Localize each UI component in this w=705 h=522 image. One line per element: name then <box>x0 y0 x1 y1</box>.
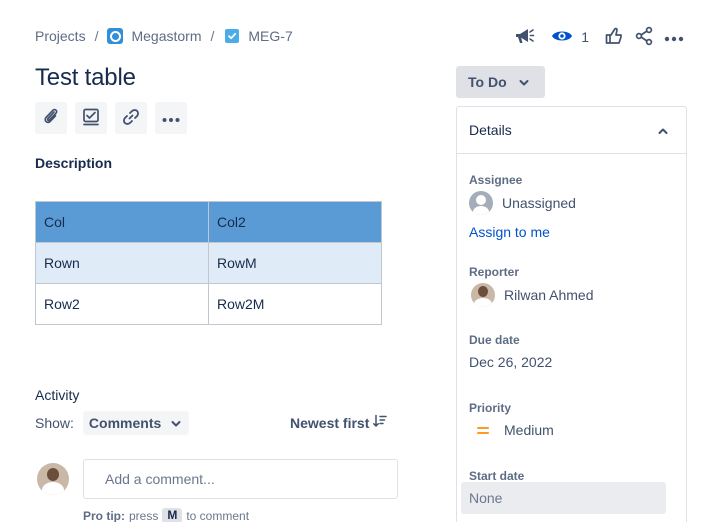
due-date-value: Dec 26, 2022 <box>469 354 553 370</box>
table-row: Rown RowM <box>35 242 382 284</box>
table-row: Row2 Row2M <box>35 283 382 325</box>
checklist-icon <box>81 107 101 130</box>
link-issue-button[interactable] <box>115 102 147 134</box>
sort-order-label: Newest first <box>290 414 370 431</box>
reporter-value: Rilwan Ahmed <box>504 287 594 303</box>
protip-press: press <box>129 508 159 522</box>
chevron-down-icon <box>519 74 529 90</box>
breadcrumb: Projects / Megastorm / MEG-7 <box>35 26 293 46</box>
more-icon <box>664 29 684 45</box>
assignee-label: Assignee <box>469 173 523 187</box>
project-icon <box>107 28 124 44</box>
sort-order-button[interactable]: Newest first <box>290 414 388 431</box>
reporter-label: Reporter <box>469 265 520 279</box>
feedback-button[interactable] <box>509 24 539 50</box>
table-cell[interactable]: RowM <box>208 242 382 284</box>
protip-prefix: Pro tip: <box>83 508 125 522</box>
thumbs-up-icon <box>604 26 624 49</box>
due-date-field[interactable]: Dec 26, 2022 <box>469 354 552 370</box>
table-cell[interactable]: Rown <box>35 242 209 284</box>
megaphone-icon <box>513 26 535 49</box>
priority-value: Medium <box>504 422 554 438</box>
add-comment-input[interactable]: Add a comment... <box>83 459 398 499</box>
breadcrumb-issue-label: MEG-7 <box>248 28 293 44</box>
assignee-value: Unassigned <box>502 195 576 211</box>
current-user-avatar <box>37 463 69 495</box>
comment-placeholder: Add a comment... <box>105 471 215 487</box>
pro-tip: Pro tip: press M to comment <box>83 508 249 522</box>
activity-filter-dropdown[interactable]: Comments <box>82 411 190 435</box>
link-icon <box>121 107 141 130</box>
paperclip-icon <box>41 107 61 130</box>
show-label: Show: <box>35 415 74 431</box>
watch-count: 1 <box>581 29 589 45</box>
assignee-field[interactable]: Unassigned <box>469 191 576 215</box>
add-child-issue-button[interactable] <box>75 102 107 134</box>
breadcrumb-project[interactable]: Megastorm <box>107 28 202 44</box>
share-button[interactable] <box>629 24 659 50</box>
issue-toolbar <box>35 102 187 134</box>
details-header[interactable]: Details <box>457 107 686 154</box>
chevron-down-icon <box>171 415 181 431</box>
table-cell[interactable]: Row2 <box>35 283 209 325</box>
breadcrumb-projects[interactable]: Projects <box>35 28 86 44</box>
assign-to-me-link[interactable]: Assign to me <box>469 224 550 240</box>
table-cell[interactable]: Col <box>35 201 209 243</box>
task-checkbox-icon <box>225 29 240 43</box>
protip-suffix: to comment <box>186 508 250 522</box>
table-header-row: Col Col2 <box>35 201 382 243</box>
start-date-value: None <box>469 490 503 506</box>
more-toolbar-button[interactable] <box>155 102 187 134</box>
reporter-avatar <box>471 283 495 307</box>
breadcrumb-project-label: Megastorm <box>131 28 202 44</box>
attach-button[interactable] <box>35 102 67 134</box>
details-panel: Details Assignee Unassigned Assign to me… <box>456 106 687 522</box>
like-button[interactable] <box>599 24 629 50</box>
description-table[interactable]: Col Col2 Rown RowM Row2 Row2M <box>35 201 382 325</box>
watch-button[interactable]: 1 <box>551 28 589 47</box>
issue-actions: 1 <box>509 24 689 50</box>
breadcrumb-separator: / <box>94 28 99 44</box>
start-date-label: Start date <box>469 469 525 483</box>
more-actions-button[interactable] <box>659 24 689 50</box>
chevron-up-icon <box>658 122 668 138</box>
breadcrumb-separator: / <box>210 28 215 44</box>
priority-field[interactable]: Medium <box>471 422 554 438</box>
priority-label: Priority <box>469 401 512 415</box>
description-label: Description <box>35 155 113 171</box>
start-date-field[interactable]: None <box>461 482 666 514</box>
keyboard-shortcut-key: M <box>162 508 183 522</box>
table-cell[interactable]: Row2M <box>208 283 382 325</box>
due-date-label: Due date <box>469 333 520 347</box>
reporter-field[interactable]: Rilwan Ahmed <box>471 283 594 307</box>
activity-label: Activity <box>35 387 80 403</box>
breadcrumb-issue[interactable]: MEG-7 <box>223 28 293 44</box>
unassigned-avatar-icon <box>469 191 493 215</box>
status-label: To Do <box>468 74 507 90</box>
sort-descending-icon <box>373 414 388 431</box>
priority-medium-icon <box>471 426 495 434</box>
share-icon <box>634 26 654 49</box>
activity-filter: Show: Comments <box>35 411 190 435</box>
eye-icon <box>551 28 573 47</box>
issue-title[interactable]: Test table <box>35 64 136 92</box>
status-dropdown[interactable]: To Do <box>456 66 545 98</box>
details-title: Details <box>469 122 512 138</box>
table-cell[interactable]: Col2 <box>208 201 382 243</box>
activity-filter-value: Comments <box>88 415 162 431</box>
more-icon <box>162 110 180 126</box>
